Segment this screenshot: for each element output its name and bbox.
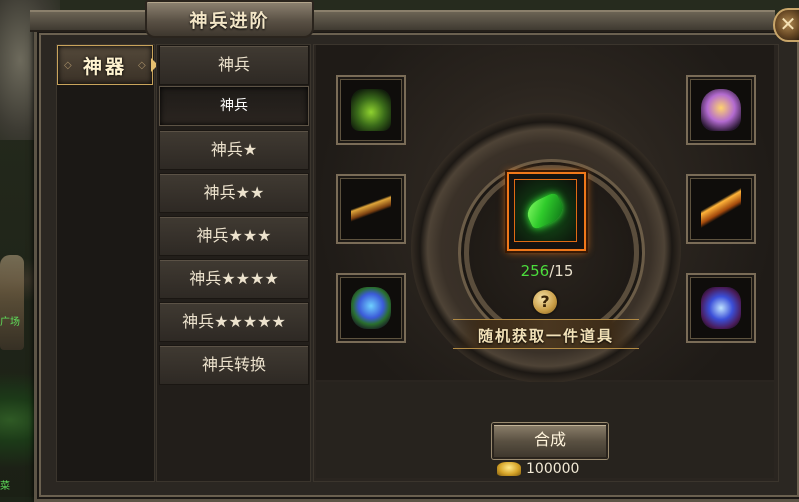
window-title: 神兵进阶 [189,11,270,32]
material-count-need: 15 [554,262,574,280]
fire-staff-icon [701,188,741,230]
material-count: 256/15 [505,262,589,280]
material-slot-5[interactable] [686,174,756,244]
blue-gem-icon [701,287,741,329]
npc-label: 广场 [0,317,20,328]
sword-item-icon [351,188,391,230]
npc-label-2: 菜 [0,481,10,492]
sub-item-shenbing-convert[interactable]: 神兵转换 [159,345,309,385]
cost-value: 100000 [526,461,580,477]
material-slot-2[interactable] [336,174,406,244]
tank-item-icon [351,89,391,131]
category-tab-artifact[interactable]: ◇ 神器 ◇ [57,45,158,85]
gold-ingot-icon [497,462,521,476]
material-slot-3[interactable] [336,273,406,343]
result-slot-inner [514,179,577,242]
title-bar [300,10,775,32]
green-jade-icon [523,191,567,231]
npc-figure[interactable] [0,255,24,350]
crown-item-icon [701,89,741,131]
orb-staff-icon [351,287,391,329]
sub-item-shenbing-4star[interactable]: 神兵★★★★ [159,259,309,299]
question-icon[interactable]: ? [533,290,557,314]
diamond-deco-icon: ◇ [138,60,146,71]
title-bar-left [30,10,148,32]
random-reward-banner: 随机获取一件道具 [453,319,639,349]
sub-item-shenbing-2star[interactable]: 神兵★★ [159,173,309,213]
material-slot-6[interactable] [686,273,756,343]
craft-button[interactable]: 合成 [492,423,608,459]
banner-text: 随机获取一件道具 [477,327,614,345]
title-plate: 神兵进阶 [145,0,314,38]
close-button[interactable]: ✕ [773,8,799,42]
category-panel [56,44,155,482]
material-slot-4[interactable] [686,75,756,145]
material-slot-1[interactable] [336,75,406,145]
material-count-have: 256 [520,262,550,280]
sub-item-shenbing-3star[interactable]: 神兵★★★ [159,216,309,256]
sub-item-shenbing-5star[interactable]: 神兵★★★★★ [159,302,309,342]
sub-item-shenbing-header[interactable]: 神兵 [159,45,309,85]
sub-item-shenbing[interactable]: 神兵 [159,86,309,126]
craft-cost: 100000 [497,459,579,479]
result-item-slot[interactable] [507,172,586,251]
sub-item-shenbing-1star[interactable]: 神兵★ [159,130,309,170]
